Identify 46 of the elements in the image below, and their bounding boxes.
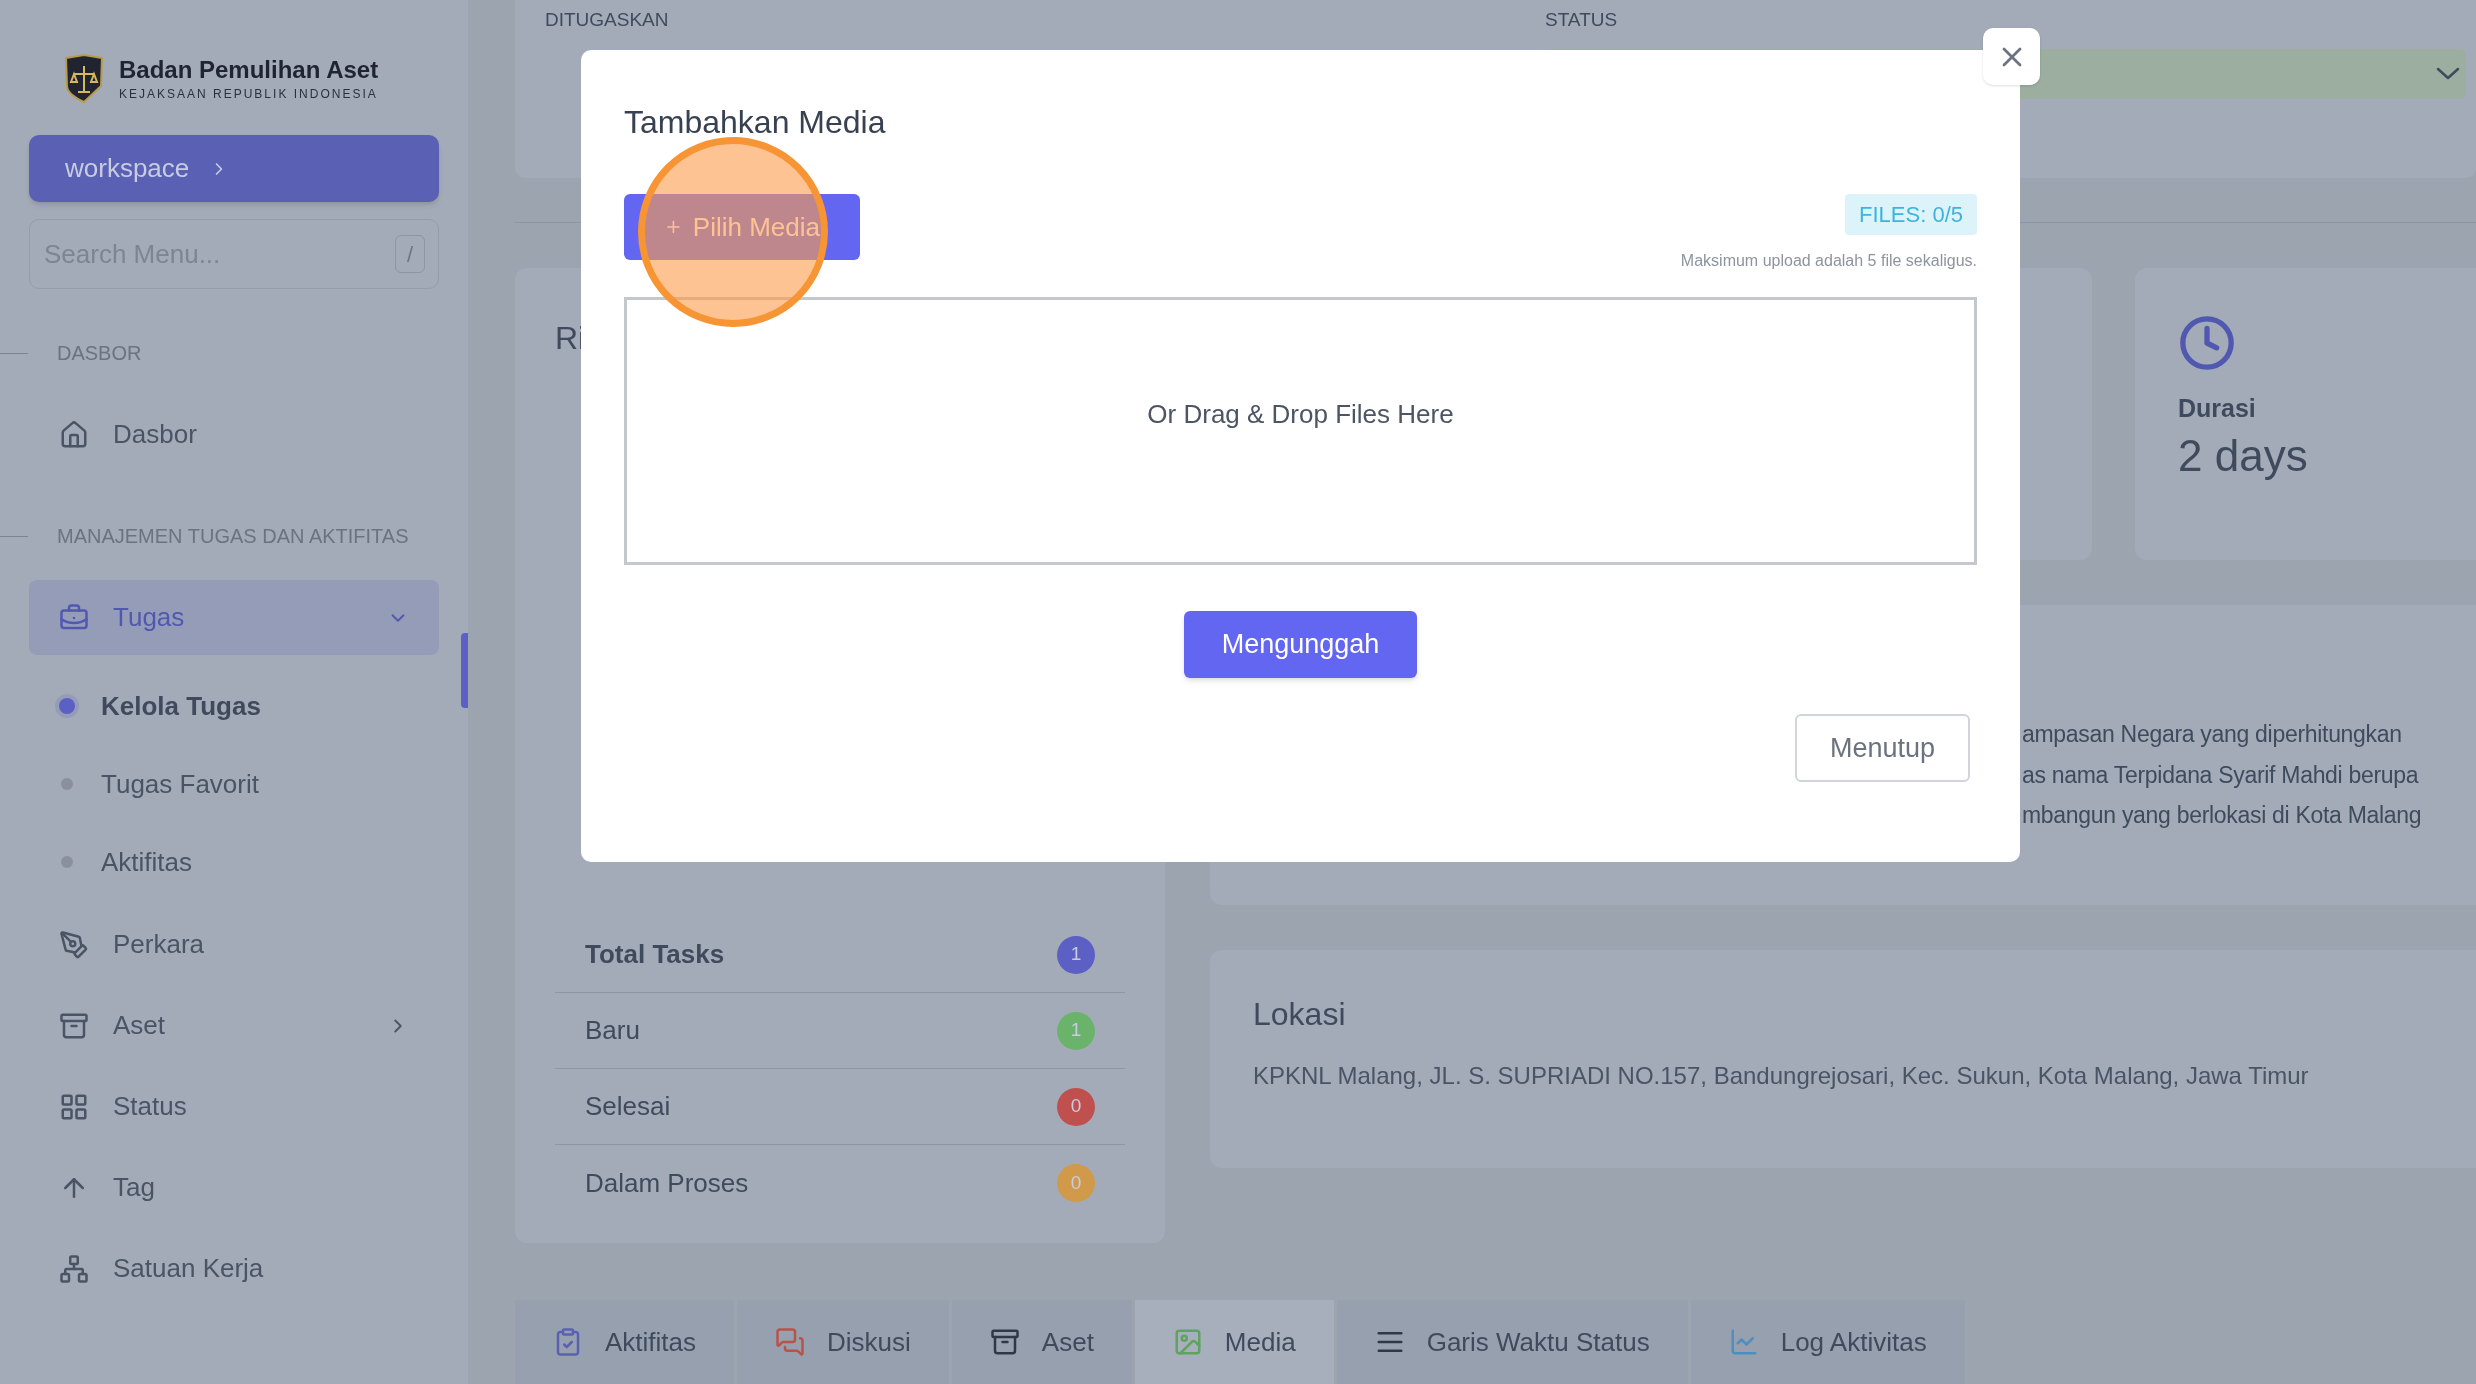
upload-button[interactable]: Mengunggah bbox=[1183, 611, 1418, 678]
tab[interactable]: Log Aktivitas bbox=[1690, 1300, 1965, 1384]
sidebar-item[interactable]: Satuan Kerja bbox=[29, 1231, 439, 1306]
tab[interactable]: Aset bbox=[951, 1300, 1132, 1384]
tab[interactable]: Garis Waktu Status bbox=[1336, 1300, 1688, 1384]
summary-label: Total Tasks bbox=[585, 938, 725, 971]
sidebar-item[interactable]: Status bbox=[29, 1069, 439, 1144]
card-title: Lokasi bbox=[1253, 995, 1347, 1034]
files-count-badge: FILES: 0/5 bbox=[1845, 194, 1977, 235]
section-label: MANAJEMEN TUGAS DAN AKTIFITAS bbox=[56, 524, 409, 549]
description-text: as nama Terpidana Syarif Mahdi berupa bbox=[2022, 760, 2420, 790]
sidebar-item[interactable]: Tag bbox=[29, 1150, 439, 1225]
field-label: DITUGASKAN bbox=[545, 8, 670, 32]
dialog-title: Tambahkan Media bbox=[624, 103, 887, 142]
duration-value: 2 days bbox=[2178, 429, 2309, 482]
description-text: ampasan Negara yang diperhitungkan bbox=[2022, 720, 2403, 749]
description-text: mbangun yang berlokasi di Kota Malang bbox=[2022, 801, 2423, 830]
summary-label: Dalam Proses bbox=[585, 1166, 749, 1200]
choose-media-button[interactable]: Pilih Media bbox=[624, 194, 860, 260]
count-badge: 1 bbox=[1057, 935, 1095, 974]
count-badge: 0 bbox=[1057, 1087, 1095, 1126]
upload-limit-note: Maksimum upload adalah 5 file sekaligus. bbox=[1680, 251, 1977, 271]
field-label: STATUS bbox=[1545, 8, 1619, 32]
brand-subtitle: KEJAKSAAN REPUBLIK INDONESIA bbox=[119, 86, 379, 103]
submenu-item[interactable]: Tugas Favorit bbox=[29, 745, 439, 823]
sidebar-item[interactable]: Tugas bbox=[29, 580, 439, 655]
sidebar-item[interactable]: Perkara bbox=[29, 907, 439, 982]
address-text: KPKNL Malang, JL. S. SUPRIADI NO.157, Bandungrejosari, Kec. Sukun, Kota Malang, Jawa Timur bbox=[1253, 1061, 2310, 1091]
shortcut-key: / bbox=[395, 235, 425, 273]
submenu-item[interactable]: Aktifitas bbox=[29, 823, 439, 901]
summary-label: Baru bbox=[585, 1014, 640, 1047]
tab[interactable]: Aktifitas bbox=[515, 1300, 735, 1384]
sidebar-item[interactable]: Dasbor bbox=[29, 397, 439, 472]
sidebar-item[interactable]: Aset bbox=[29, 988, 439, 1063]
count-badge: 0 bbox=[1057, 1164, 1095, 1202]
summary-label: Selesai bbox=[585, 1090, 671, 1123]
tab[interactable]: Diskusi bbox=[737, 1300, 949, 1384]
tab[interactable]: Media bbox=[1134, 1300, 1334, 1384]
workspace-button[interactable]: workspace bbox=[29, 135, 439, 202]
section-label: DASBOR bbox=[56, 341, 142, 366]
count-badge: 1 bbox=[1057, 1011, 1095, 1050]
duration-label: Durasi bbox=[2178, 393, 2257, 424]
dropzone[interactable]: Or Drag & Drop Files Here bbox=[624, 297, 1977, 565]
dismiss-button[interactable]: Menutup bbox=[1795, 714, 1970, 782]
submenu-item[interactable]: Kelola Tugas bbox=[29, 667, 439, 745]
brand-title: Badan Pemulihan Aset bbox=[119, 55, 379, 85]
